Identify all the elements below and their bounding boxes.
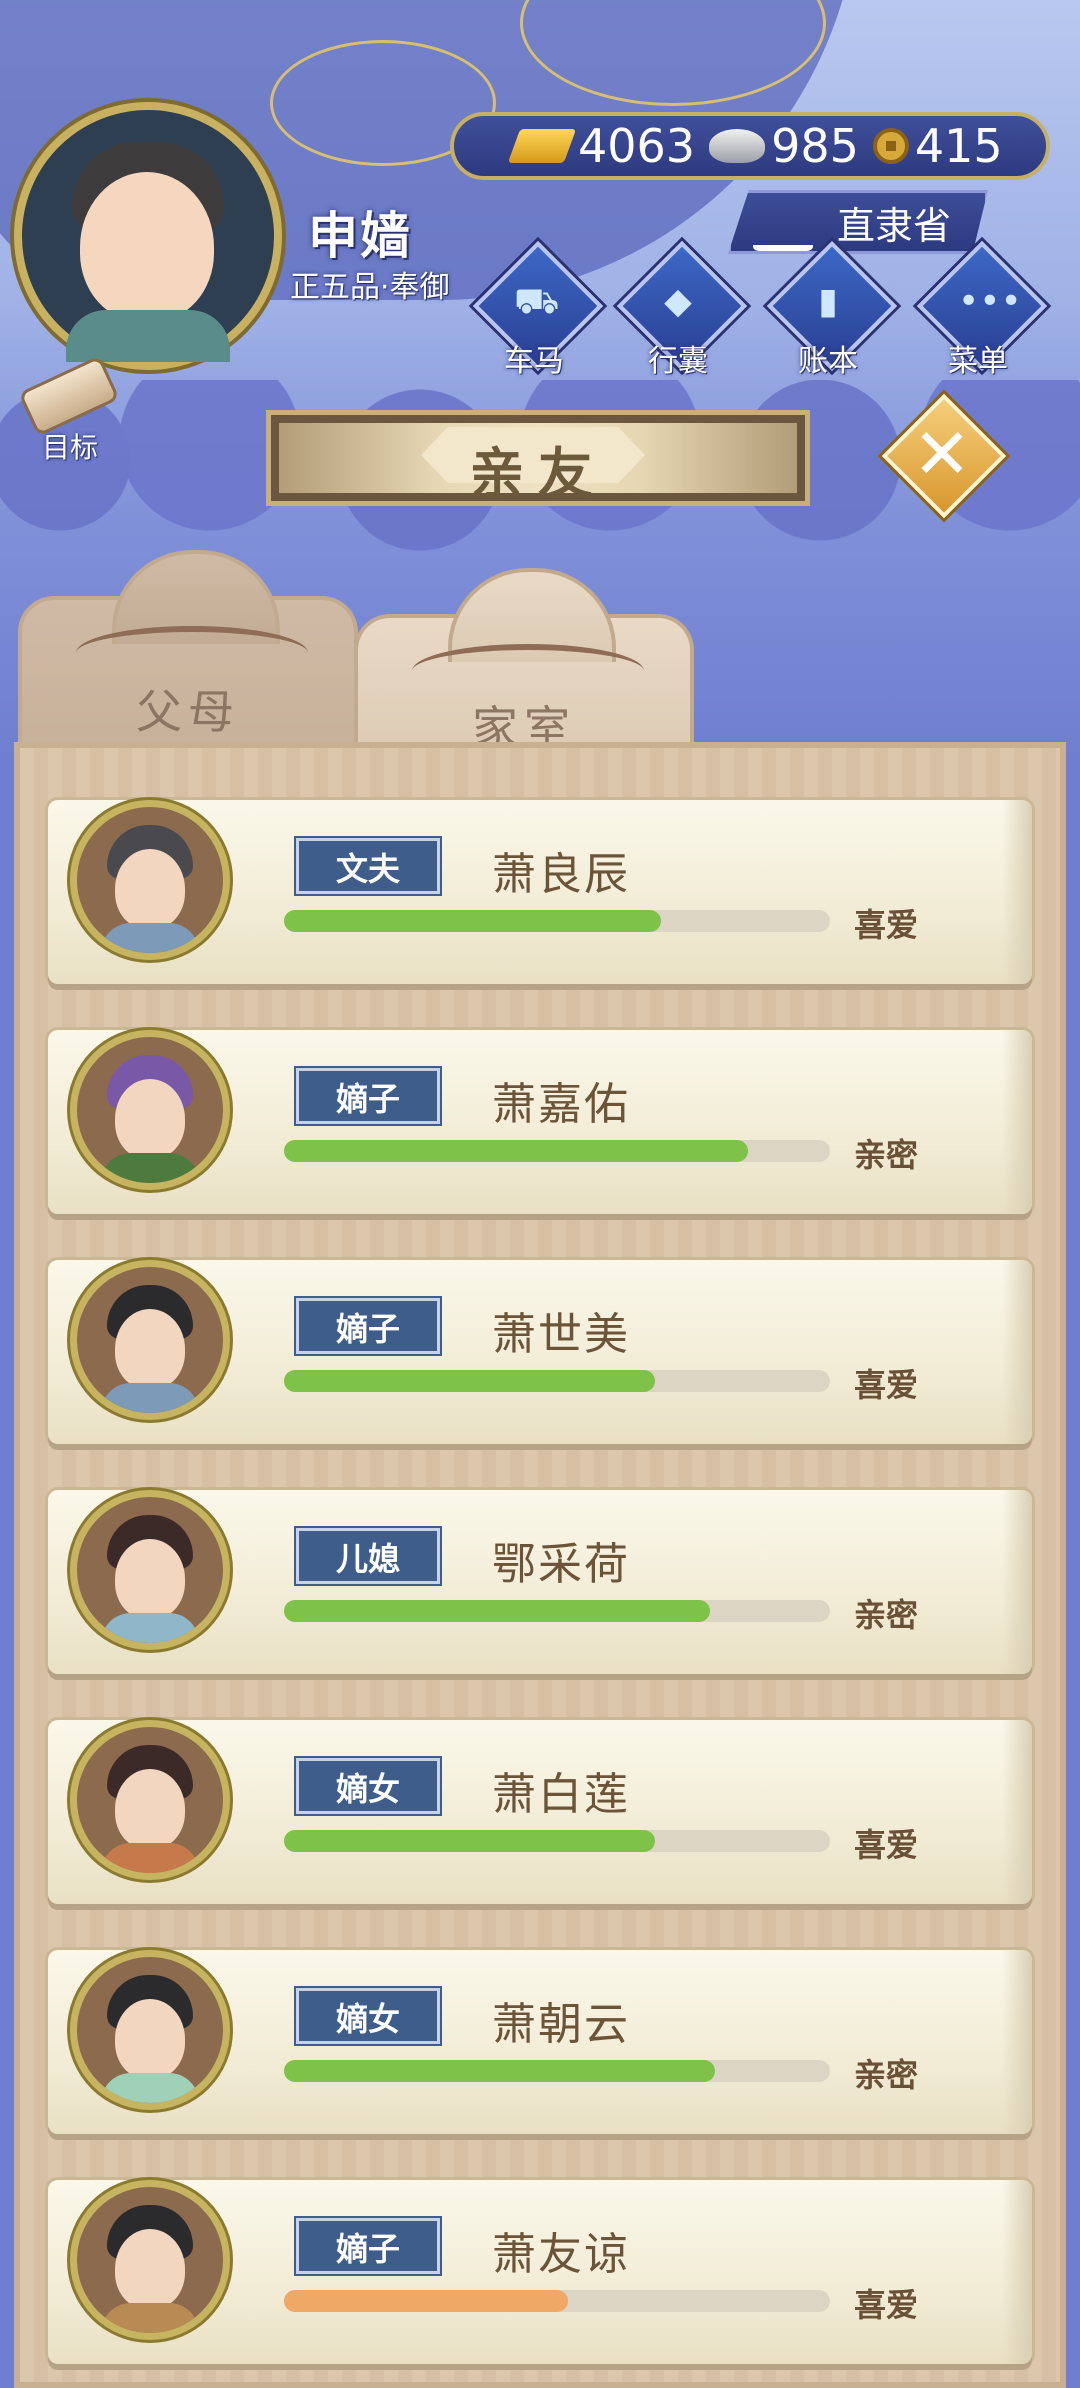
gold-ingot-icon (507, 129, 577, 163)
avatar-robe (66, 310, 230, 362)
gold-amount: 4063 (578, 119, 696, 173)
affinity-bar (284, 1600, 830, 1622)
menu-button[interactable]: ••• 菜单 (914, 240, 1048, 379)
member-portrait[interactable] (70, 1490, 230, 1650)
role-badge: 儿媳 (296, 1528, 440, 1584)
affinity-fill (284, 1370, 656, 1392)
affinity-status: 亲密 (854, 2056, 919, 2094)
list-item[interactable]: 嫡子 萧世美 喜爱 (48, 1250, 1032, 1444)
page-title: 亲友 (470, 442, 606, 505)
affinity-bar (284, 1140, 830, 1162)
player-rank: 正五品·奉御 (290, 270, 450, 305)
affinity-bar (284, 910, 830, 932)
more-icon: ••• (958, 281, 1022, 322)
role-badge: 嫡子 (296, 2218, 440, 2274)
player-avatar[interactable] (14, 102, 282, 370)
list-item[interactable]: 嫡女 萧白莲 喜爱 (48, 1710, 1032, 1904)
silver-ingot-icon (709, 129, 766, 163)
member-portrait[interactable] (70, 1720, 230, 1880)
affinity-status: 亲密 (854, 1136, 919, 1174)
affinity-bar (284, 2060, 830, 2082)
carriage-icon: ⛟ (514, 281, 560, 322)
member-name: 萧朝云 (492, 1999, 630, 2050)
bag-label: 行囊 (648, 344, 708, 379)
list-item[interactable]: 嫡子 萧友谅 喜爱 (48, 2170, 1032, 2364)
portrait-face (115, 1769, 185, 1849)
affinity-bar (284, 1370, 830, 1392)
list-item[interactable]: 嫡子 萧嘉佑 亲密 (48, 1020, 1032, 1214)
portrait-face (115, 849, 185, 929)
affinity-status: 喜爱 (854, 2286, 919, 2324)
member-name: 萧良辰 (492, 849, 630, 900)
list-item[interactable]: 嫡女 萧朝云 亲密 (48, 1940, 1032, 2134)
avatar-face (80, 172, 214, 322)
coin-currency: 415 (872, 119, 1003, 173)
list-item[interactable]: 儿媳 鄂采荷 亲密 (48, 1480, 1032, 1674)
affinity-fill (284, 1600, 710, 1622)
portrait-face (115, 1079, 185, 1159)
page-title-banner: 亲友 (266, 410, 810, 506)
ledger-button[interactable]: ▮ 账本 (764, 240, 898, 379)
affinity-status: 亲密 (854, 1596, 919, 1634)
portrait-face (115, 1309, 185, 1389)
affinity-fill (284, 2290, 568, 2312)
copper-coin-icon (872, 128, 909, 164)
member-name: 萧嘉佑 (492, 1079, 630, 1130)
goal-label: 目标 (42, 431, 99, 464)
bag-icon: ◆ (664, 281, 692, 322)
player-name: 申嫱 (308, 207, 412, 265)
affinity-bar (284, 2290, 830, 2312)
role-badge: 嫡子 (296, 1068, 440, 1124)
silver-currency: 985 (709, 119, 859, 173)
tab-swirl-ornament (76, 626, 308, 680)
silver-amount: 985 (771, 119, 859, 173)
tab-parents-label: 父母 (136, 685, 240, 739)
role-badge: 嫡女 (296, 1758, 440, 1814)
ledger-label: 账本 (798, 344, 858, 379)
carriage-button[interactable]: ⛟ 车马 (470, 240, 604, 379)
member-name: 鄂采荷 (492, 1539, 630, 1590)
member-name: 萧白莲 (492, 1769, 630, 1820)
location-icon (753, 205, 813, 251)
role-badge: 嫡子 (296, 1298, 440, 1354)
affinity-fill (284, 910, 661, 932)
role-badge: 嫡女 (296, 1988, 440, 2044)
affinity-bar (284, 1830, 830, 1852)
affinity-status: 喜爱 (854, 906, 919, 944)
close-icon[interactable]: ✕ (896, 408, 988, 500)
affinity-fill (284, 1830, 656, 1852)
gold-currency: 4063 (507, 119, 696, 173)
portrait-face (115, 1999, 185, 2079)
member-portrait[interactable] (70, 2180, 230, 2340)
member-portrait[interactable] (70, 800, 230, 960)
location-label: 直隶省 (836, 203, 951, 248)
list-item[interactable]: 文夫 萧良辰 喜爱 (48, 790, 1032, 984)
portrait-face (115, 1539, 185, 1619)
coin-amount: 415 (914, 119, 1003, 173)
ledger-icon: ▮ (818, 281, 838, 322)
role-badge: 文夫 (296, 838, 440, 894)
affinity-fill (284, 2060, 716, 2082)
bag-button[interactable]: ◆ 行囊 (614, 240, 748, 379)
member-name: 萧友谅 (492, 2229, 630, 2280)
currency-bar: 4063 985 415 (450, 112, 1050, 180)
member-portrait[interactable] (70, 1950, 230, 2110)
portrait-face (115, 2229, 185, 2309)
affinity-status: 喜爱 (854, 1366, 919, 1404)
affinity-fill (284, 1140, 749, 1162)
member-portrait[interactable] (70, 1030, 230, 1190)
tab-swirl-ornament (412, 644, 644, 698)
goal-button[interactable]: 目标 (14, 355, 124, 464)
location-button[interactable]: 直隶省 (728, 190, 988, 254)
affinity-status: 喜爱 (854, 1826, 919, 1864)
member-portrait[interactable] (70, 1260, 230, 1420)
carriage-label: 车马 (504, 344, 564, 379)
menu-label: 菜单 (948, 344, 1008, 379)
member-name: 萧世美 (492, 1309, 630, 1360)
